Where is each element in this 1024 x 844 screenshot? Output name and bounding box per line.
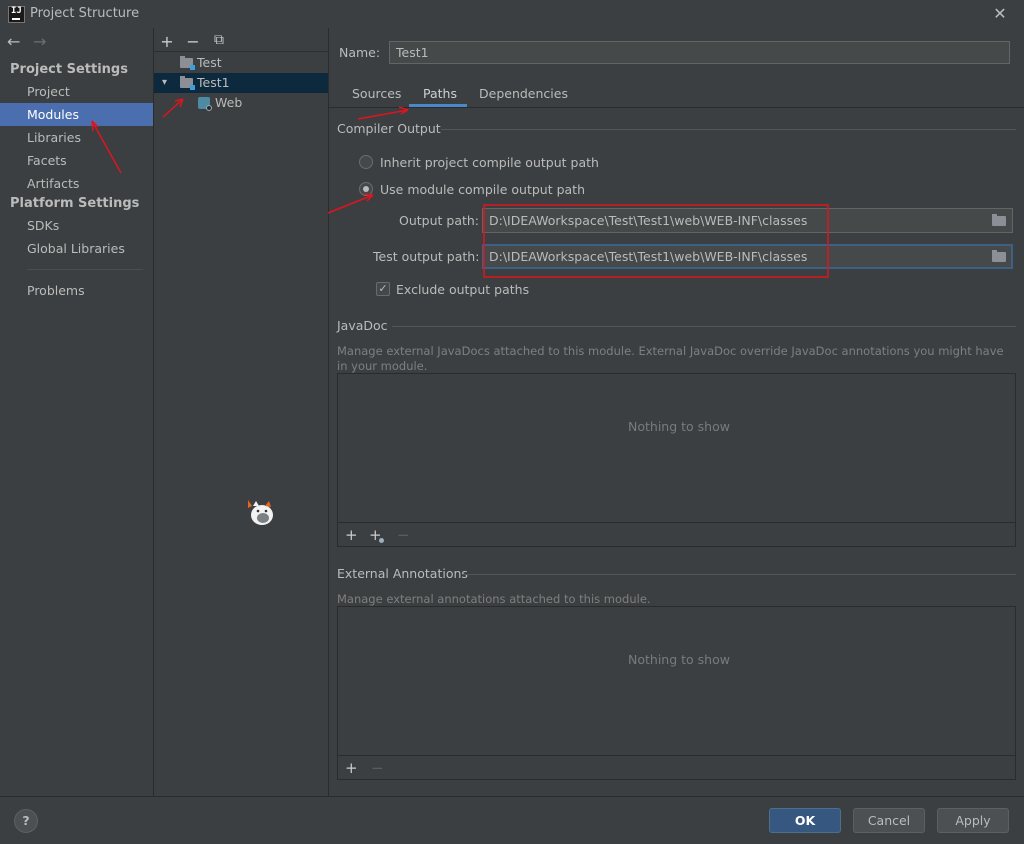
javadoc-toolbar xyxy=(337,522,1016,547)
tabs-divider xyxy=(329,107,1024,108)
module-folder-icon xyxy=(180,76,195,90)
remove-module-icon[interactable]: − xyxy=(185,32,201,51)
javadoc-title: JavaDoc xyxy=(337,318,388,333)
add-annotation-icon[interactable]: + xyxy=(345,759,358,777)
add-module-icon[interactable]: + xyxy=(159,32,175,51)
javadoc-description: Manage external JavaDocs attached to thi… xyxy=(337,344,1004,373)
sidebar-divider xyxy=(27,269,143,270)
sidebar-item-libraries[interactable]: Libraries xyxy=(0,126,153,149)
external-annotations-divider xyxy=(462,574,1016,575)
module-name-label: Name: xyxy=(339,45,381,60)
forward-arrow-icon[interactable]: → xyxy=(33,32,46,51)
tab-sources[interactable]: Sources xyxy=(352,86,401,101)
cancel-button[interactable]: Cancel xyxy=(853,808,925,833)
intellij-logo-icon: IJ xyxy=(8,6,25,23)
window-title: Project Structure xyxy=(30,6,140,21)
tree-item-label: Test1 xyxy=(197,75,230,90)
compiler-output-divider xyxy=(441,129,1016,130)
compiler-output-title: Compiler Output xyxy=(337,121,441,136)
sidebar-item-problems[interactable]: Problems xyxy=(0,279,153,302)
use-module-path-label[interactable]: Use module compile output path xyxy=(380,182,585,197)
sidebar-item-sdks[interactable]: SDKs xyxy=(0,214,153,237)
output-path-input[interactable]: D:\IDEAWorkspace\Test\Test1\web\WEB-INF\… xyxy=(482,208,1013,233)
javadoc-empty-text: Nothing to show xyxy=(628,419,730,434)
exclude-output-label[interactable]: Exclude output paths xyxy=(396,282,529,297)
external-annotations-title: External Annotations xyxy=(337,566,468,581)
web-facet-icon xyxy=(198,97,212,111)
external-annotations-description: Manage external annotations attached to … xyxy=(337,592,651,606)
browse-folder-icon[interactable] xyxy=(992,214,1006,226)
close-icon[interactable]: ✕ xyxy=(990,4,1010,24)
output-path-label: Output path: xyxy=(399,213,480,228)
module-name-input[interactable]: Test1 xyxy=(389,41,1010,64)
module-folder-icon xyxy=(180,56,195,70)
external-annotations-empty-text: Nothing to show xyxy=(628,652,730,667)
sidebar-item-artifacts[interactable]: Artifacts xyxy=(0,172,153,195)
remove-annotation-icon[interactable]: − xyxy=(371,759,384,777)
tree-toolbar-divider xyxy=(154,51,328,52)
ok-button[interactable]: OK xyxy=(769,808,841,833)
sidebar-item-global-libraries[interactable]: Global Libraries xyxy=(0,237,153,260)
remove-javadoc-icon[interactable]: − xyxy=(397,526,410,544)
tree-item-label: Test xyxy=(197,55,222,70)
apply-button[interactable]: Apply xyxy=(937,808,1009,833)
external-annotations-toolbar xyxy=(337,755,1016,780)
chevron-down-icon[interactable]: ▾ xyxy=(162,73,167,93)
sidebar-item-project[interactable]: Project xyxy=(0,80,153,103)
tree-item-test[interactable]: Test xyxy=(154,53,328,73)
add-javadoc-icon[interactable]: + xyxy=(345,526,358,544)
sidebar-item-facets[interactable]: Facets xyxy=(0,149,153,172)
project-settings-header: Project Settings xyxy=(10,62,128,77)
external-annotations-list[interactable] xyxy=(337,606,1016,756)
browse-folder-icon[interactable] xyxy=(992,250,1006,262)
javadoc-divider xyxy=(392,326,1016,327)
cat-mascot-icon xyxy=(248,500,273,525)
globe-icon xyxy=(379,538,384,543)
tree-item-web[interactable]: Web xyxy=(154,93,328,113)
tab-dependencies[interactable]: Dependencies xyxy=(479,86,568,101)
tree-item-label: Web xyxy=(215,95,243,110)
module-tree-panel xyxy=(154,28,329,796)
back-arrow-icon[interactable]: ← xyxy=(7,32,20,51)
copy-module-icon[interactable]: ⧉ xyxy=(211,32,227,48)
tab-paths[interactable]: Paths xyxy=(423,86,457,101)
javadoc-list[interactable] xyxy=(337,373,1016,523)
use-module-path-radio[interactable] xyxy=(359,182,373,196)
inherit-path-label[interactable]: Inherit project compile output path xyxy=(380,155,599,170)
title-bar xyxy=(0,0,1024,28)
sidebar-item-modules[interactable]: Modules xyxy=(0,103,153,126)
tree-item-test1[interactable]: ▾ Test1 xyxy=(154,73,328,93)
help-button[interactable]: ? xyxy=(14,809,38,833)
inherit-path-radio[interactable] xyxy=(359,155,373,169)
test-output-path-label: Test output path: xyxy=(373,249,480,264)
platform-settings-header: Platform Settings xyxy=(10,196,140,211)
test-output-path-input[interactable]: D:\IDEAWorkspace\Test\Test1\web\WEB-INF\… xyxy=(482,244,1013,269)
exclude-output-checkbox[interactable]: ✓ xyxy=(376,282,390,296)
